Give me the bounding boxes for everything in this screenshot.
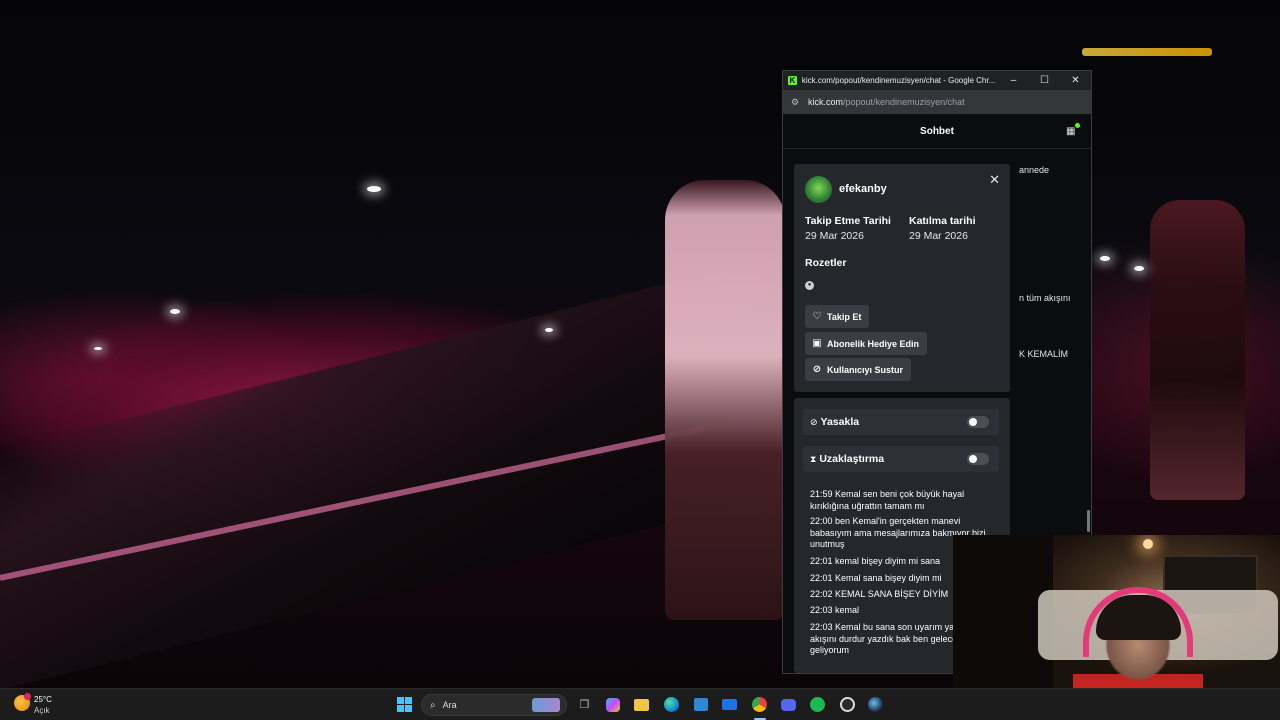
copilot-icon[interactable]	[604, 696, 621, 713]
desktop: K kick.com/popout/kendinemuzisyen/chat -…	[0, 0, 1280, 720]
close-window-button[interactable]: ✕	[1060, 71, 1091, 90]
follow-date-value: 29 Mar 2026	[805, 230, 864, 242]
weather-alert-badge	[24, 693, 31, 700]
site-settings-icon[interactable]: ⚙	[790, 97, 800, 107]
task-view-icon[interactable]: ❐	[576, 696, 593, 713]
user-message-log-item: 21:59 Kemal sen beni çok büyük hayal kır…	[810, 489, 965, 511]
search-icon: ⌕	[430, 699, 436, 711]
ban-row: ⊘ Yasakla	[803, 409, 999, 435]
taskbar-search-box[interactable]: ⌕ Ara	[421, 694, 567, 716]
notification-dot	[1075, 123, 1080, 128]
spotify-icon[interactable]	[809, 696, 826, 713]
gift-subscription-button[interactable]: ▣ Abonelik Hediye Edin	[805, 332, 928, 355]
ban-icon: ⊘	[810, 416, 818, 427]
search-placeholder: Ara	[442, 700, 457, 710]
timeout-toggle[interactable]	[967, 453, 989, 465]
kick-logo-icon: K	[788, 76, 797, 85]
maximize-button[interactable]: ☐	[1029, 71, 1060, 90]
url-host: kick.com	[808, 97, 844, 107]
timeout-label: Uzaklaştırma	[819, 453, 885, 465]
chrome-icon[interactable]	[751, 696, 768, 713]
file-explorer-icon[interactable]	[633, 696, 650, 713]
minimize-button[interactable]: –	[998, 71, 1029, 90]
start-windows-icon[interactable]	[396, 696, 413, 713]
chat-scrollbar[interactable]	[1087, 510, 1090, 532]
gift-icon: ▣	[812, 338, 822, 349]
follow-button-label: Takip Et	[827, 311, 862, 322]
steam-icon[interactable]	[867, 696, 884, 713]
heart-icon: ♡	[812, 311, 822, 322]
join-date-value: 29 Mar 2026	[909, 230, 968, 242]
weather-condition[interactable]: Açık	[34, 706, 50, 715]
chat-message-fragment: K KEMALİM	[1019, 349, 1069, 359]
microsoft-store-icon[interactable]	[692, 696, 709, 713]
follow-date-label: Takip Etme Tarihi	[805, 215, 891, 227]
performer-figure-2	[1150, 200, 1245, 500]
window-titlebar[interactable]: K kick.com/popout/kendinemuzisyen/chat -…	[783, 71, 1091, 90]
chat-message-fragment: n tüm akışını	[1019, 293, 1071, 303]
ban-toggle[interactable]	[967, 416, 989, 428]
mute-user-label: Kullanıcıyı Sustur	[827, 364, 904, 375]
avatar	[805, 176, 832, 203]
discord-icon[interactable]	[780, 696, 797, 713]
badges-label: Rozetler	[805, 257, 847, 269]
search-highlight-image	[532, 698, 560, 712]
mute-user-button[interactable]: ⊘ Kullanıcıyı Sustur	[805, 358, 912, 381]
ban-label: Yasakla	[820, 416, 860, 428]
url-text[interactable]: kick.com/popout/kendinemuzisyen/chat	[808, 97, 965, 107]
mail-icon[interactable]	[721, 696, 738, 713]
stream-overlay-logo	[1082, 48, 1212, 56]
user-card: efekanby ✕ Takip Etme Tarihi 29 Mar 2026…	[794, 164, 1010, 392]
hourglass-icon: ⧗	[810, 453, 817, 464]
timeout-row: ⧗ Uzaklaştırma	[803, 446, 999, 472]
taskbar: 25°C Açık ⌕ Ara ❐	[0, 688, 1280, 720]
mute-icon: ⊘	[812, 364, 822, 375]
follow-button[interactable]: ♡ Takip Et	[805, 305, 870, 328]
url-path: /popout/kendinemuzisyen/chat	[843, 97, 965, 107]
gift-subscription-label: Abonelik Hediye Edin	[827, 338, 920, 349]
badge-icon[interactable]: ●	[805, 281, 814, 290]
join-date-label: Katılma tarihi	[909, 215, 976, 227]
chat-message-fragment: annede	[1019, 165, 1050, 175]
chat-title: Sohbet	[920, 125, 954, 137]
performer-figure	[665, 180, 785, 620]
address-bar[interactable]: ⚙ kick.com/popout/kendinemuzisyen/chat	[783, 90, 1091, 114]
username[interactable]: efekanby	[839, 183, 887, 195]
close-icon[interactable]: ✕	[989, 173, 1000, 186]
weather-temperature[interactable]: 25°C	[34, 695, 52, 704]
window-title: kick.com/popout/kendinemuzisyen/chat - G…	[801, 76, 996, 85]
edge-browser-icon[interactable]	[663, 696, 680, 713]
chat-header: Sohbet ▦	[783, 114, 1091, 149]
obs-icon[interactable]	[839, 696, 856, 713]
